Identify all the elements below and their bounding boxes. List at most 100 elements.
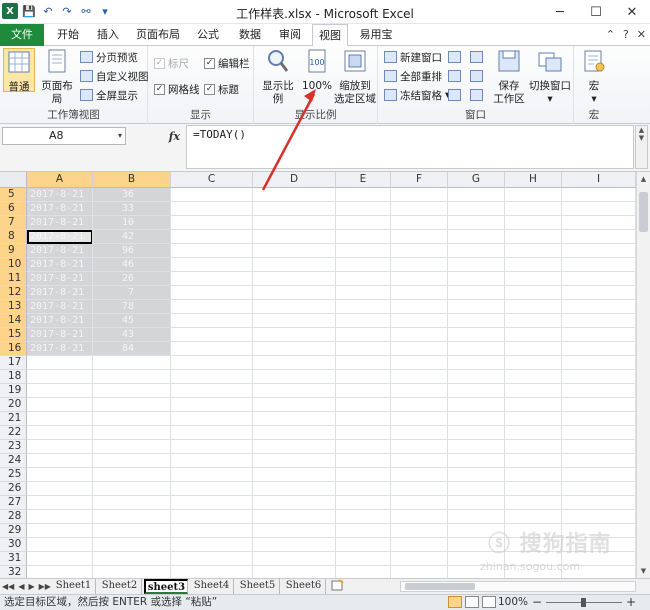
cell-b[interactable]: 46 <box>92 258 134 272</box>
custom-views-button[interactable]: 自定义视图 <box>80 68 149 84</box>
tab-easyuse[interactable]: 易用宝 <box>354 24 398 46</box>
gridlines-checkbox[interactable]: ✓ 网格线 <box>154 81 200 97</box>
row-header[interactable]: 30 <box>0 538 27 552</box>
row-header[interactable]: 20 <box>0 398 27 412</box>
hide-button[interactable] <box>448 68 461 84</box>
cell-a[interactable] <box>30 440 92 454</box>
cell-a[interactable]: 2017-8-21 <box>30 188 92 202</box>
cell-b[interactable] <box>92 398 134 412</box>
tab-file[interactable]: 文件 <box>0 24 44 46</box>
cell-b[interactable] <box>92 412 134 426</box>
row-header[interactable]: 25 <box>0 468 27 482</box>
cell-b[interactable]: 42 <box>92 230 134 244</box>
page-layout-view-button[interactable]: 页面布局 <box>37 48 77 106</box>
zoom-button[interactable]: 显示比例 <box>258 48 298 106</box>
cell-a[interactable] <box>30 482 92 496</box>
view-side-by-side-button[interactable] <box>470 49 483 65</box>
zoom-slider-handle[interactable] <box>581 598 586 607</box>
tab-page-layout[interactable]: 页面布局 <box>130 24 186 46</box>
horizontal-scrollbar[interactable] <box>400 581 636 592</box>
cell-a[interactable]: 2017-8-21 <box>30 300 92 314</box>
row-header[interactable]: 14 <box>0 314 27 328</box>
row-header[interactable]: 21 <box>0 412 27 426</box>
cell-a[interactable] <box>30 454 92 468</box>
cell-a[interactable] <box>30 496 92 510</box>
cell-a[interactable] <box>30 384 92 398</box>
row-header[interactable]: 11 <box>0 272 27 286</box>
row-header[interactable]: 27 <box>0 496 27 510</box>
sheet-tab-sheet4[interactable]: Sheet4 <box>190 579 234 594</box>
cell-b[interactable] <box>92 524 134 538</box>
sheet-tab-sheet2[interactable]: Sheet2 <box>98 579 142 594</box>
unhide-button[interactable] <box>448 87 461 103</box>
ruler-checkbox[interactable]: ✓ 标尺 <box>154 55 189 71</box>
row-header[interactable]: 9 <box>0 244 27 258</box>
cell-b[interactable]: 36 <box>92 188 134 202</box>
cell-a[interactable] <box>30 426 92 440</box>
column-header-f[interactable]: F <box>391 172 448 188</box>
horizontal-scroll-thumb[interactable] <box>405 583 475 590</box>
cell-a[interactable]: 2017-8-21 <box>30 244 92 258</box>
insert-sheet-icon[interactable] <box>328 579 348 594</box>
select-all-corner[interactable] <box>0 172 27 188</box>
freeze-panes-button[interactable]: 冻结窗格 ▾ <box>384 87 450 103</box>
cell-b[interactable] <box>92 370 134 384</box>
cell-b[interactable]: 43 <box>92 328 134 342</box>
row-header[interactable]: 16 <box>0 342 27 356</box>
row-header[interactable]: 23 <box>0 440 27 454</box>
vertical-scroll-thumb[interactable] <box>639 192 648 232</box>
tab-review[interactable]: 审阅 <box>272 24 308 46</box>
cell-a[interactable] <box>30 398 92 412</box>
column-header-i[interactable]: I <box>562 172 636 188</box>
cell-b[interactable]: 96 <box>92 244 134 258</box>
cell-a[interactable] <box>30 566 92 578</box>
worksheet-grid[interactable]: ABCDEFGHI 5 2017-8-21 36 6 2017-8-21 33 7 2017-… <box>0 172 636 578</box>
formula-input[interactable]: =TODAY() <box>186 125 634 169</box>
tab-view[interactable]: 视图 <box>312 24 348 47</box>
row-header[interactable]: 7 <box>0 216 27 230</box>
row-header[interactable]: 18 <box>0 370 27 384</box>
column-header-b[interactable]: B <box>93 172 171 188</box>
row-header[interactable]: 26 <box>0 482 27 496</box>
restore-button[interactable]: ☐ <box>578 0 614 24</box>
cell-a[interactable]: 2017-8-21 <box>30 286 92 300</box>
row-header[interactable]: 17 <box>0 356 27 370</box>
vertical-scrollbar[interactable]: ▲ ▼ <box>636 172 650 578</box>
cell-a[interactable]: 2017-8-21 <box>30 216 92 230</box>
cell-b[interactable] <box>92 552 134 566</box>
close-button[interactable]: ✕ <box>614 0 650 24</box>
column-header-a[interactable]: A <box>27 172 93 188</box>
cell-a[interactable] <box>30 524 92 538</box>
next-sheet-icon[interactable]: ▶ <box>28 580 34 594</box>
page-break-status-icon[interactable] <box>482 596 496 608</box>
tab-insert[interactable]: 插入 <box>90 24 126 46</box>
cell-a[interactable]: 2017-8-21 <box>30 230 92 244</box>
column-header-d[interactable]: D <box>253 172 336 188</box>
column-header-h[interactable]: H <box>505 172 562 188</box>
cell-a[interactable] <box>30 370 92 384</box>
insert-function-button[interactable]: fx <box>130 127 184 145</box>
cell-b[interactable]: 84 <box>92 342 134 356</box>
arrange-all-button[interactable]: 全部重排 <box>384 68 442 84</box>
cell-b[interactable] <box>92 510 134 524</box>
row-header[interactable]: 6 <box>0 202 27 216</box>
sheet-tab-sheet5[interactable]: Sheet5 <box>236 579 280 594</box>
tab-home[interactable]: 开始 <box>50 24 86 46</box>
cell-b[interactable]: 10 <box>92 216 134 230</box>
sheet-tab-sheet3[interactable]: sheet3 <box>144 579 188 594</box>
name-box-dropdown-icon[interactable]: ▾ <box>118 128 122 144</box>
cell-a[interactable]: 2017-8-21 <box>30 342 92 356</box>
first-sheet-icon[interactable]: ◀◀ <box>2 580 14 594</box>
macros-button[interactable]: 宏 ▾ <box>578 48 610 106</box>
cell-b[interactable]: 45 <box>92 314 134 328</box>
row-header[interactable]: 28 <box>0 510 27 524</box>
scroll-down-icon[interactable]: ▼ <box>637 564 650 578</box>
cell-b[interactable]: 33 <box>92 202 134 216</box>
cell-b[interactable] <box>92 440 134 454</box>
workbook-close-icon[interactable]: ✕ <box>637 28 646 41</box>
row-header[interactable]: 29 <box>0 524 27 538</box>
formula-bar-expand-button[interactable]: ▲ ▼ <box>635 125 648 169</box>
cell-a[interactable] <box>30 538 92 552</box>
split-button[interactable] <box>448 49 461 65</box>
headings-checkbox[interactable]: ✓ 标题 <box>204 81 239 97</box>
